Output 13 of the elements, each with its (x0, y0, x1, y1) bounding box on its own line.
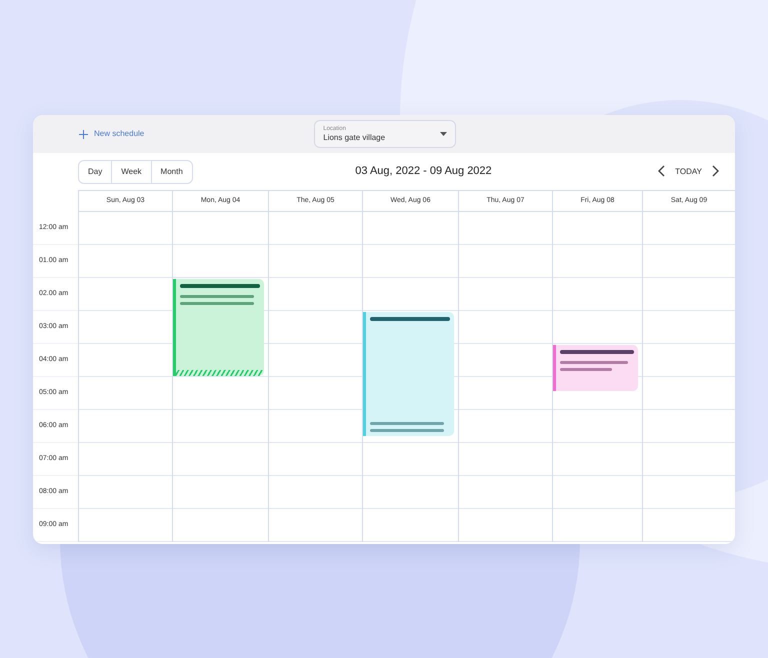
event-block[interactable] (553, 345, 638, 391)
event-block[interactable] (173, 279, 264, 376)
detail-line (560, 368, 612, 371)
plus-icon (79, 130, 88, 138)
chevron-left-icon (658, 165, 666, 178)
today-button[interactable]: TODAY (669, 166, 708, 178)
new-schedule-button[interactable]: New schedule (79, 128, 144, 140)
detail-line (560, 361, 628, 364)
event-block[interactable] (363, 312, 454, 436)
view-tab[interactable]: Month (150, 160, 192, 182)
caret-icon (440, 132, 448, 136)
chevron-right-icon (712, 165, 719, 178)
date-range-title: 03 Aug, 2022 - 09 Aug 2022 (354, 164, 493, 180)
